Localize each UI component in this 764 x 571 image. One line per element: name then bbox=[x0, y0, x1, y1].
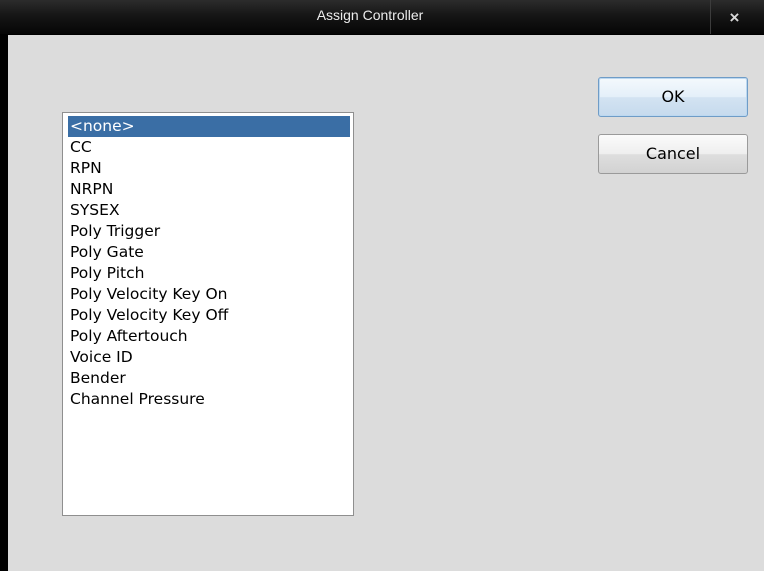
close-button[interactable]: × bbox=[710, 0, 758, 34]
assign-controller-dialog: Assign Controller × <none> CC RPN NRPN S… bbox=[0, 0, 764, 571]
controller-item-poly-gate[interactable]: Poly Gate bbox=[68, 242, 350, 263]
controller-item-channel-pressure[interactable]: Channel Pressure bbox=[68, 389, 350, 410]
window-title: Assign Controller bbox=[316, 7, 424, 23]
controller-item-nrpn[interactable]: NRPN bbox=[68, 179, 350, 200]
controller-item-bender[interactable]: Bender bbox=[68, 368, 350, 389]
controller-item-poly-velocity-key-on[interactable]: Poly Velocity Key On bbox=[68, 284, 350, 305]
controller-item-voice-id[interactable]: Voice ID bbox=[68, 347, 350, 368]
dialog-body: <none> CC RPN NRPN SYSEX Poly Trigger Po… bbox=[8, 35, 764, 571]
controller-listbox[interactable]: <none> CC RPN NRPN SYSEX Poly Trigger Po… bbox=[62, 112, 354, 516]
controller-item-poly-velocity-key-off[interactable]: Poly Velocity Key Off bbox=[68, 305, 350, 326]
controller-item-cc[interactable]: CC bbox=[68, 137, 350, 158]
controller-item-none[interactable]: <none> bbox=[68, 116, 350, 137]
controller-item-poly-aftertouch[interactable]: Poly Aftertouch bbox=[68, 326, 350, 347]
controller-item-poly-trigger[interactable]: Poly Trigger bbox=[68, 221, 350, 242]
ok-button[interactable]: OK bbox=[598, 77, 748, 117]
controller-item-rpn[interactable]: RPN bbox=[68, 158, 350, 179]
close-icon: × bbox=[729, 8, 740, 27]
cancel-button[interactable]: Cancel bbox=[598, 134, 748, 174]
controller-item-poly-pitch[interactable]: Poly Pitch bbox=[68, 263, 350, 284]
title-bar[interactable]: Assign Controller × bbox=[0, 0, 764, 35]
controller-item-sysex[interactable]: SYSEX bbox=[68, 200, 350, 221]
